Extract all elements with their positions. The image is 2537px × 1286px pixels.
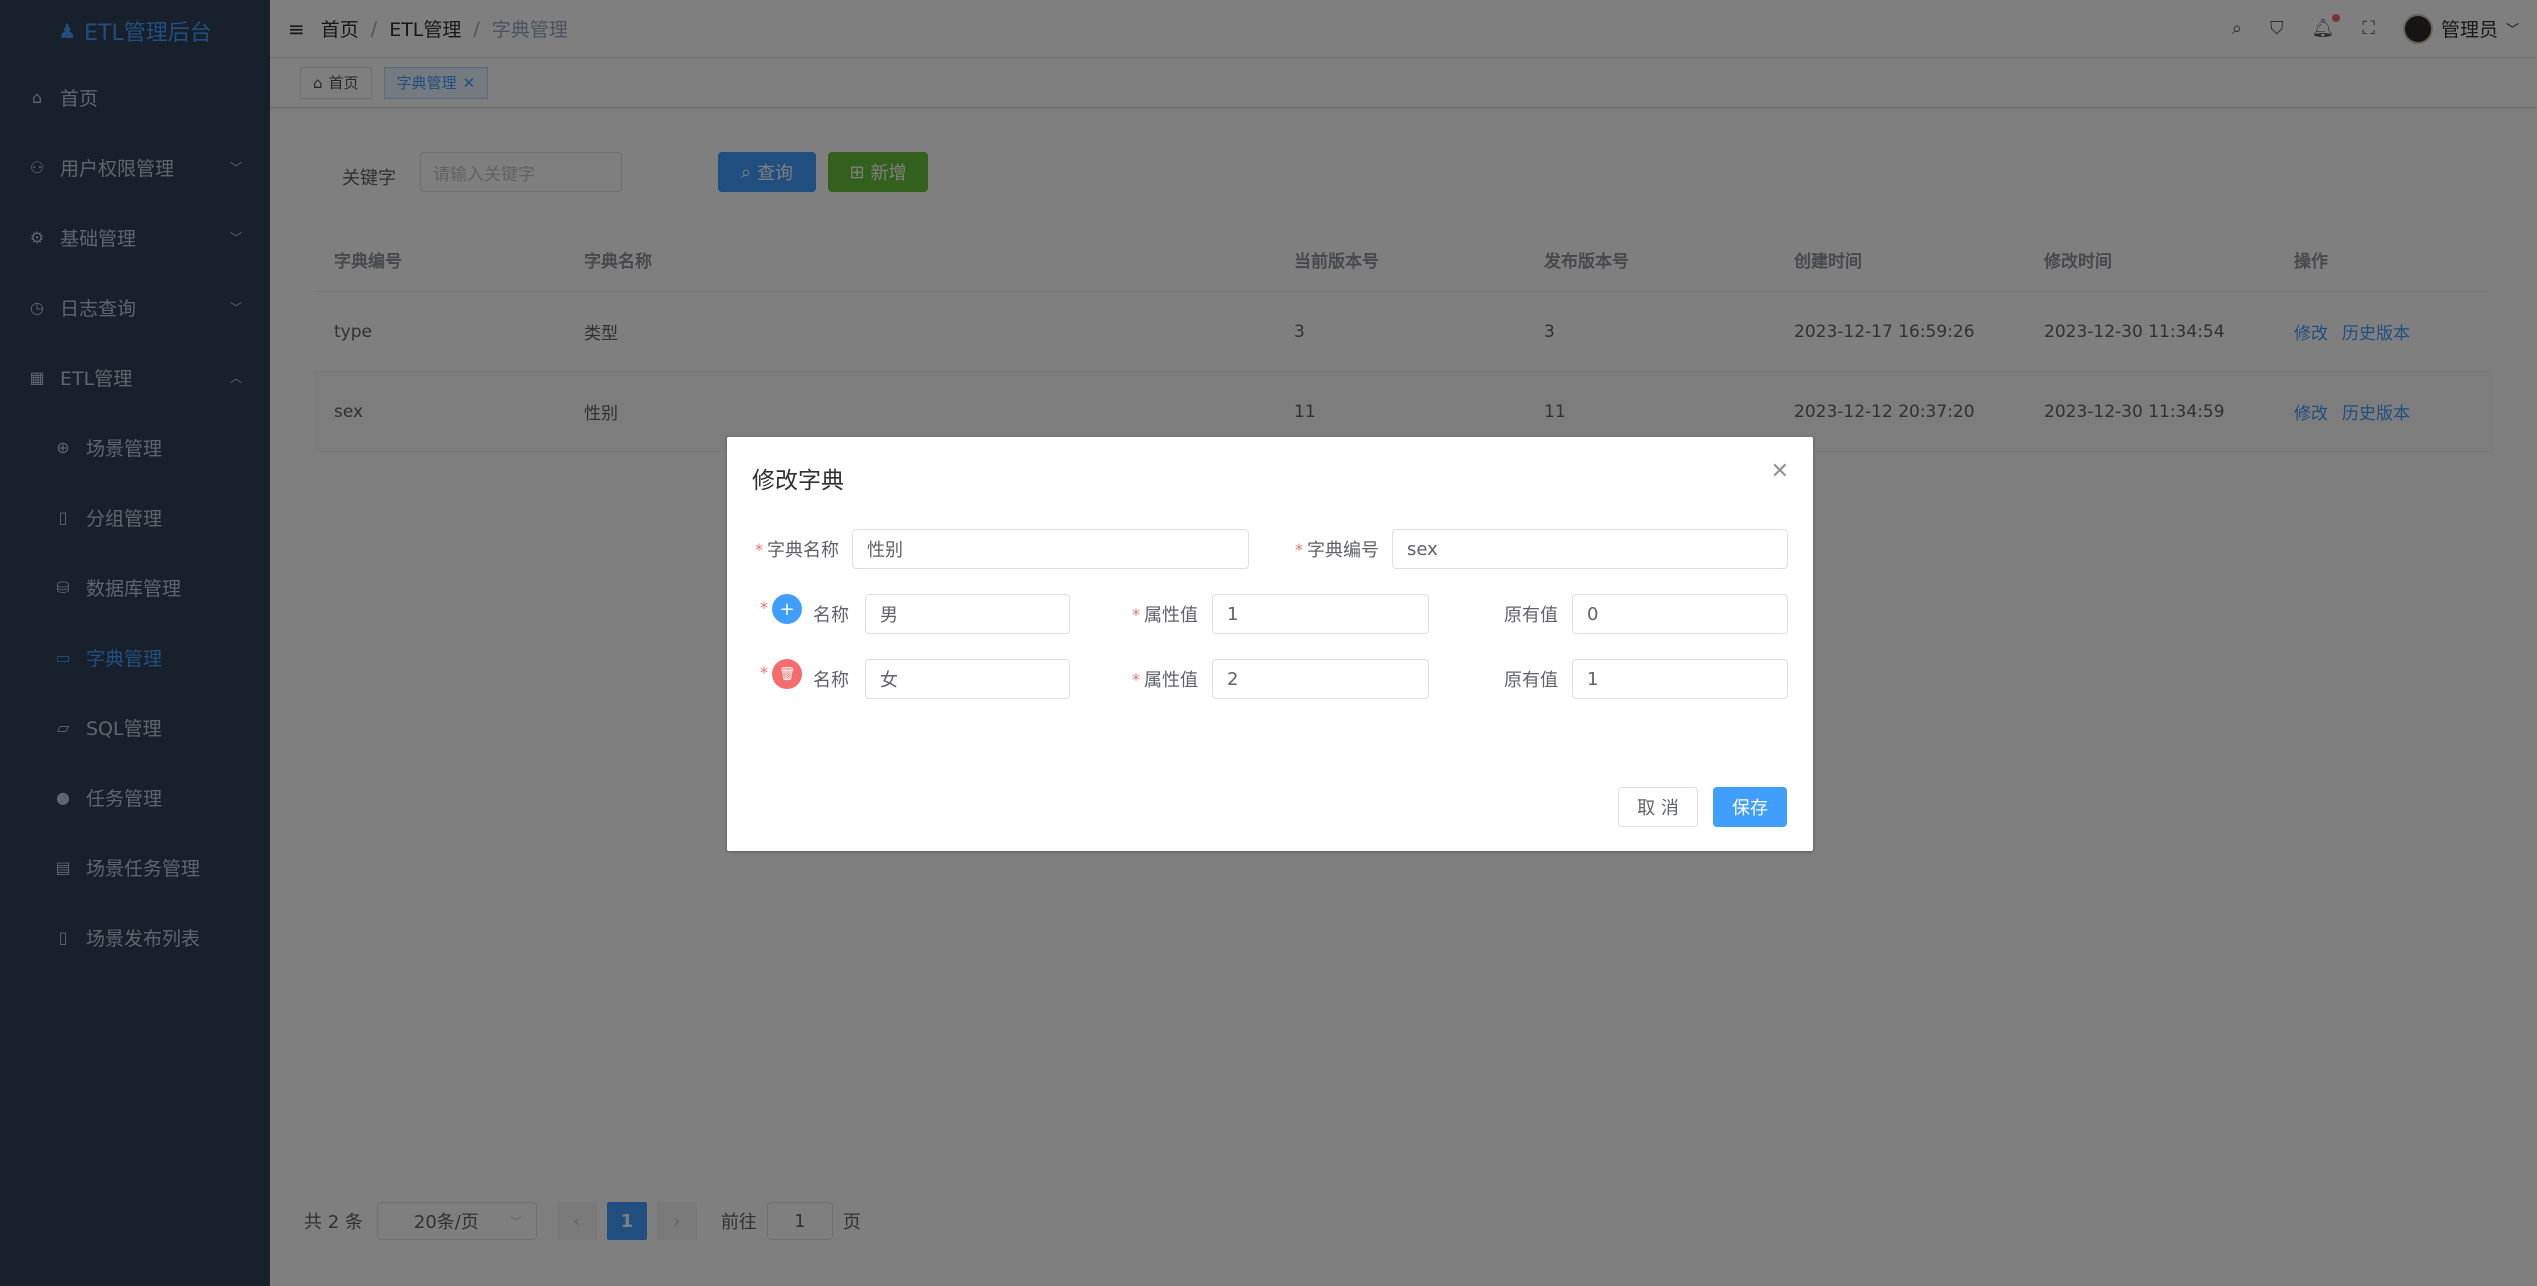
attr-value-label-group: * 属性值 (1132, 601, 1198, 627)
required-mark: * (755, 539, 763, 559)
required-mark: * (1132, 604, 1140, 624)
required-mark: * (760, 598, 768, 617)
attr-value-label: 属性值 (1144, 605, 1198, 626)
item-name-label: 名称 (813, 670, 849, 691)
attr-value-label: 属性值 (1144, 670, 1198, 691)
orig-value-input[interactable]: 0 (1572, 594, 1788, 634)
orig-value-input[interactable]: 1 (1572, 659, 1788, 699)
required-mark: * (1132, 669, 1140, 689)
attr-value-label-group: * 属性值 (1132, 666, 1198, 692)
required-mark: * (1295, 539, 1303, 559)
required-mark: * (760, 663, 768, 682)
dict-name-input[interactable]: 性别 (852, 529, 1249, 569)
attr-value-input[interactable]: 1 (1212, 594, 1429, 634)
add-item-button[interactable]: + (772, 594, 802, 624)
orig-value-label: 原有值 (1504, 605, 1558, 626)
dict-code-label-group: * 字典编号 (1295, 536, 1379, 562)
dict-code-label: 字典编号 (1307, 540, 1379, 561)
item-name-input[interactable]: 女 (865, 659, 1070, 699)
cancel-button[interactable]: 取 消 (1618, 787, 1698, 827)
plus-icon: + (779, 598, 795, 620)
orig-value-label: 原有值 (1504, 670, 1558, 691)
attr-value-input[interactable]: 2 (1212, 659, 1429, 699)
item-name-input[interactable]: 男 (865, 594, 1070, 634)
save-button[interactable]: 保存 (1713, 787, 1787, 827)
item-name-label: 名称 (813, 605, 849, 626)
dict-name-label-group: * 字典名称 (755, 536, 839, 562)
close-icon[interactable]: ✕ (1771, 459, 1789, 484)
trash-icon: 🗑︎ (778, 666, 796, 682)
delete-item-button[interactable]: 🗑︎ (772, 659, 802, 689)
edit-dictionary-dialog: 修改字典 ✕ * 字典名称 性别 * 字典编号 sex * + 名称 男 * 属… (727, 437, 1813, 851)
dict-name-label: 字典名称 (767, 540, 839, 561)
dict-code-input[interactable]: sex (1392, 529, 1788, 569)
dialog-title: 修改字典 (752, 468, 844, 494)
